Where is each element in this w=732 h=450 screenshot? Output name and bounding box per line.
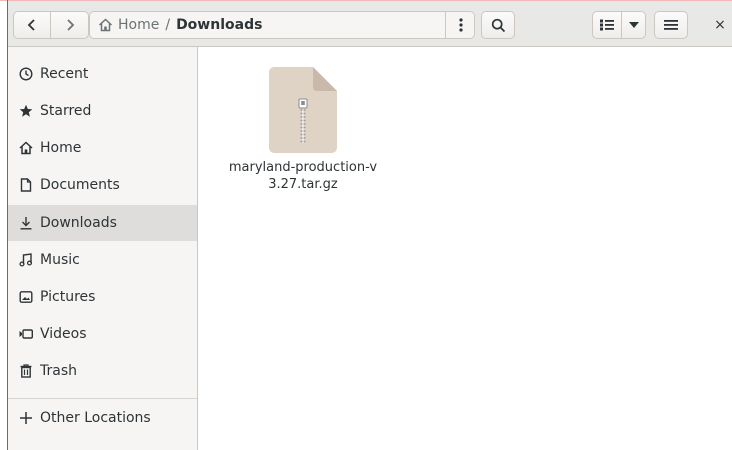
home-icon <box>98 18 113 32</box>
star-icon <box>19 104 33 118</box>
sidebar-item-label: Pictures <box>40 289 96 305</box>
vertical-ellipsis-icon <box>458 18 463 32</box>
file-view[interactable]: maryland-production-v3.27.tar.gz <box>198 47 732 450</box>
sidebar-item-label: Recent <box>40 66 89 82</box>
sidebar-item-label: Other Locations <box>40 410 151 426</box>
archive-zip-icon <box>269 67 337 153</box>
path-separator: / <box>165 17 171 33</box>
main-menu-button[interactable] <box>654 11 688 39</box>
back-button[interactable] <box>13 11 51 39</box>
triangle-down-icon <box>628 22 639 28</box>
chevron-right-icon <box>66 19 74 31</box>
sidebar-item-downloads[interactable]: Downloads <box>8 205 197 241</box>
document-icon <box>19 178 33 192</box>
chevron-left-icon <box>27 19 35 31</box>
file-item[interactable]: maryland-production-v3.27.tar.gz <box>228 67 378 227</box>
list-view-icon <box>600 19 614 31</box>
view-options-dropdown[interactable] <box>622 11 646 39</box>
sidebar-separator <box>8 398 197 399</box>
sidebar-item-starred[interactable]: Starred <box>8 93 197 129</box>
sidebar-item-recent[interactable]: Recent <box>8 56 197 92</box>
path-home-label: Home <box>118 17 160 33</box>
forward-button[interactable] <box>51 11 89 39</box>
hamburger-menu-icon <box>664 20 678 30</box>
path-current-folder[interactable]: Downloads <box>176 17 262 33</box>
close-button[interactable]: × <box>708 11 732 39</box>
path-menu-button[interactable] <box>445 11 475 39</box>
navigation-buttons <box>13 11 89 39</box>
list-view-button[interactable] <box>592 11 622 39</box>
sidebar-item-label: Documents <box>40 177 120 193</box>
sidebar-item-label: Videos <box>40 326 87 342</box>
trash-icon <box>19 364 33 378</box>
location-path-bar[interactable]: Home / Downloads <box>89 11 475 39</box>
home-icon <box>19 141 33 155</box>
sidebar-item-music[interactable]: Music <box>8 242 197 278</box>
sidebar-item-label: Trash <box>40 363 77 379</box>
sidebar-item-pictures[interactable]: Pictures <box>8 279 197 315</box>
sidebar-item-label: Music <box>40 252 80 268</box>
plus-icon <box>19 411 33 425</box>
view-options-group <box>592 11 646 39</box>
sidebar-item-label: Downloads <box>40 215 117 231</box>
sidebar-item-trash[interactable]: Trash <box>8 353 197 389</box>
sidebar-item-videos[interactable]: Videos <box>8 316 197 352</box>
sidebar-item-label: Home <box>40 140 82 156</box>
sidebar-item-documents[interactable]: Documents <box>8 167 197 203</box>
video-icon <box>19 327 33 341</box>
search-button[interactable] <box>481 11 515 39</box>
sidebar-item-label: Starred <box>40 103 92 119</box>
search-icon <box>491 18 505 32</box>
clock-icon <box>19 67 33 81</box>
download-icon <box>19 216 33 230</box>
picture-icon <box>19 290 33 304</box>
sidebar-item-other-locations[interactable]: Other Locations <box>8 400 197 436</box>
sidebar-item-home[interactable]: Home <box>8 130 197 166</box>
places-sidebar: Recent Starred Home Documents Downloads … <box>8 47 198 450</box>
music-icon <box>19 253 33 267</box>
path-home-button[interactable]: Home <box>90 17 159 33</box>
file-name-label: maryland-production-v3.27.tar.gz <box>228 160 378 192</box>
header-bar: Home / Downloads × <box>8 1 732 47</box>
close-icon: × <box>714 17 726 33</box>
